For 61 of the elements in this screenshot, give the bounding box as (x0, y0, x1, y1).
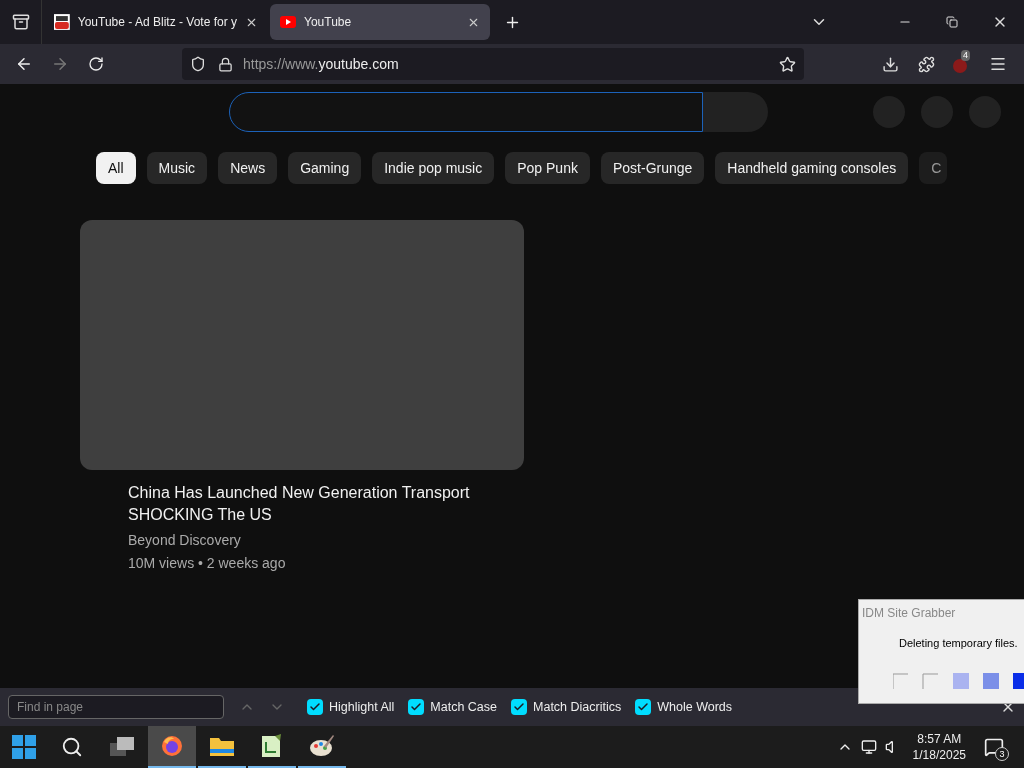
folder-icon (209, 735, 235, 757)
dialog-title: IDM Site Grabber (862, 605, 957, 622)
category-chip[interactable]: All (96, 152, 136, 184)
checkbox-label[interactable]: Highlight All (329, 697, 395, 717)
checkbox-label[interactable]: Whole Words (657, 697, 733, 717)
notepad-icon (261, 734, 283, 758)
check-icon (513, 701, 526, 713)
bookmark-star-icon[interactable] (779, 55, 796, 73)
clock-time[interactable]: 8:57 AM (917, 731, 962, 747)
shield-icon[interactable] (190, 56, 206, 72)
browser-tab[interactable]: YouTube (270, 4, 490, 40)
category-chip[interactable]: Pop Punk (505, 152, 590, 184)
menu-icon[interactable] (989, 55, 1007, 73)
checkbox[interactable] (511, 699, 528, 715)
palette-icon (309, 734, 335, 758)
extension-icon[interactable] (953, 59, 967, 73)
search-icon[interactable] (61, 736, 83, 758)
youtube-icon (280, 16, 296, 28)
video-meta: 10M views • 2 weeks ago (128, 554, 287, 573)
download-icon[interactable] (882, 55, 899, 73)
category-chip[interactable]: Music (146, 152, 208, 184)
windows-logo-icon[interactable] (12, 735, 36, 759)
tab-title: YouTube - Ad Blitz - Vote for y (77, 14, 237, 31)
checkbox-label[interactable]: Match Case (430, 697, 498, 717)
address-bar[interactable]: https://www.youtube.com (182, 48, 804, 80)
channel-name[interactable]: Beyond Discovery (128, 530, 508, 551)
back-icon[interactable] (15, 55, 33, 73)
task-view-icon[interactable] (110, 737, 134, 757)
category-chip[interactable]: Post-Grunge (600, 152, 705, 184)
tab-title: YouTube (304, 14, 353, 31)
clock-date[interactable]: 1/18/2025 (912, 747, 966, 763)
browser-tab[interactable]: YouTube - Ad Blitz - Vote for y (50, 4, 262, 40)
tab-list-icon[interactable] (11, 13, 30, 31)
checkbox-label[interactable]: Match Diacritics (533, 697, 622, 717)
youtube-icon (54, 14, 70, 30)
checkbox[interactable] (307, 699, 323, 715)
category-chip[interactable]: News (218, 152, 278, 184)
extension-badge: 4 (961, 50, 970, 61)
url-text: https://www.youtube.com (243, 54, 399, 74)
firefox-icon (160, 734, 184, 758)
search-field[interactable] (229, 92, 703, 132)
reload-icon[interactable] (88, 56, 104, 72)
network-icon[interactable] (860, 739, 877, 755)
lock-icon[interactable] (218, 56, 233, 72)
find-field[interactable]: Find in page (8, 695, 224, 719)
checkbox[interactable] (635, 699, 652, 715)
check-icon (637, 701, 650, 713)
checkbox[interactable] (408, 699, 425, 715)
extensions-icon[interactable] (918, 55, 935, 73)
category-chip[interactable]: Indie pop music (372, 152, 495, 184)
notification-count: 3 (995, 747, 1009, 761)
dialog-message: Deleting temporary files. (899, 636, 1019, 651)
video-title[interactable]: China Has Launched New Generation Transport SHOCKING The US (128, 482, 508, 526)
category-chip[interactable]: C (919, 152, 948, 184)
check-icon (410, 701, 423, 713)
category-chip[interactable]: Handheld gaming consoles (715, 152, 909, 184)
check-icon (309, 701, 321, 713)
restore-icon[interactable] (946, 16, 958, 28)
category-chip[interactable]: Gaming (288, 152, 362, 184)
forward-icon[interactable] (51, 55, 69, 73)
video-thumbnail-placeholder[interactable] (80, 220, 524, 470)
